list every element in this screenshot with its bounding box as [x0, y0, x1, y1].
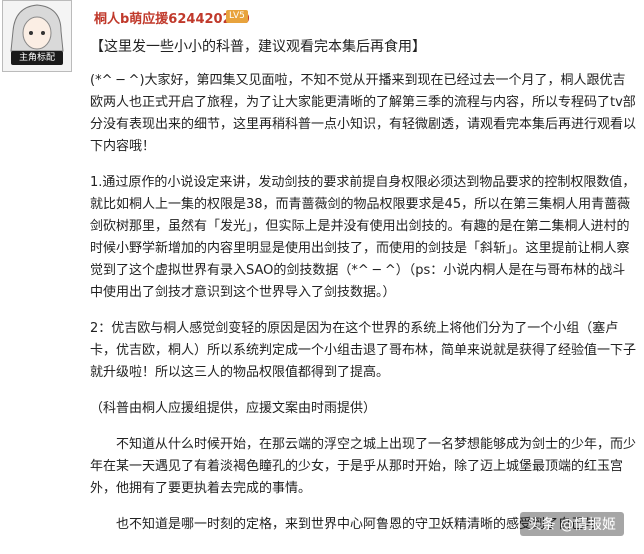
point-1-paragraph: 1.通过原作的小说设定来讲，发动剑技的要求前提自身权限必须达到物品要求的控制权限… — [90, 175, 636, 300]
intro-paragraph: (*^ ─ ^)大家好，第四集又见面啦，不知不觉从开播来到现在已经过去一个月了，… — [90, 73, 637, 154]
story-paragraph: 不知道从什么时候开始，在那云端的浮空之城上出现了一名梦想能够成为剑士的少年，而少… — [90, 437, 637, 496]
post-content: 【这里发一些小小的科普，建议观看完本集后再食用】 (*^ ─ ^)大家好，第四集… — [90, 36, 638, 550]
avatar-illustration — [10, 4, 64, 52]
avatar[interactable]: 主角标配 — [2, 0, 72, 72]
watermark-text: 头条 @情报姬 — [527, 517, 616, 533]
level-badge: LV5 — [226, 10, 248, 23]
credit-line: （科普由桐人应援组提供，应援文案由时雨提供） — [90, 401, 377, 416]
notice-text: 【这里发一些小小的科普，建议观看完本集后再食用】 — [90, 39, 426, 55]
point-2-paragraph: 2：优吉欧与桐人感觉剑变轻的原因是因为在这个世界的系统上将他们分为了一个小组（塞… — [90, 321, 637, 380]
avatar-tag: 主角标配 — [11, 51, 63, 65]
watermark: 头条 @情报姬 — [519, 512, 624, 536]
